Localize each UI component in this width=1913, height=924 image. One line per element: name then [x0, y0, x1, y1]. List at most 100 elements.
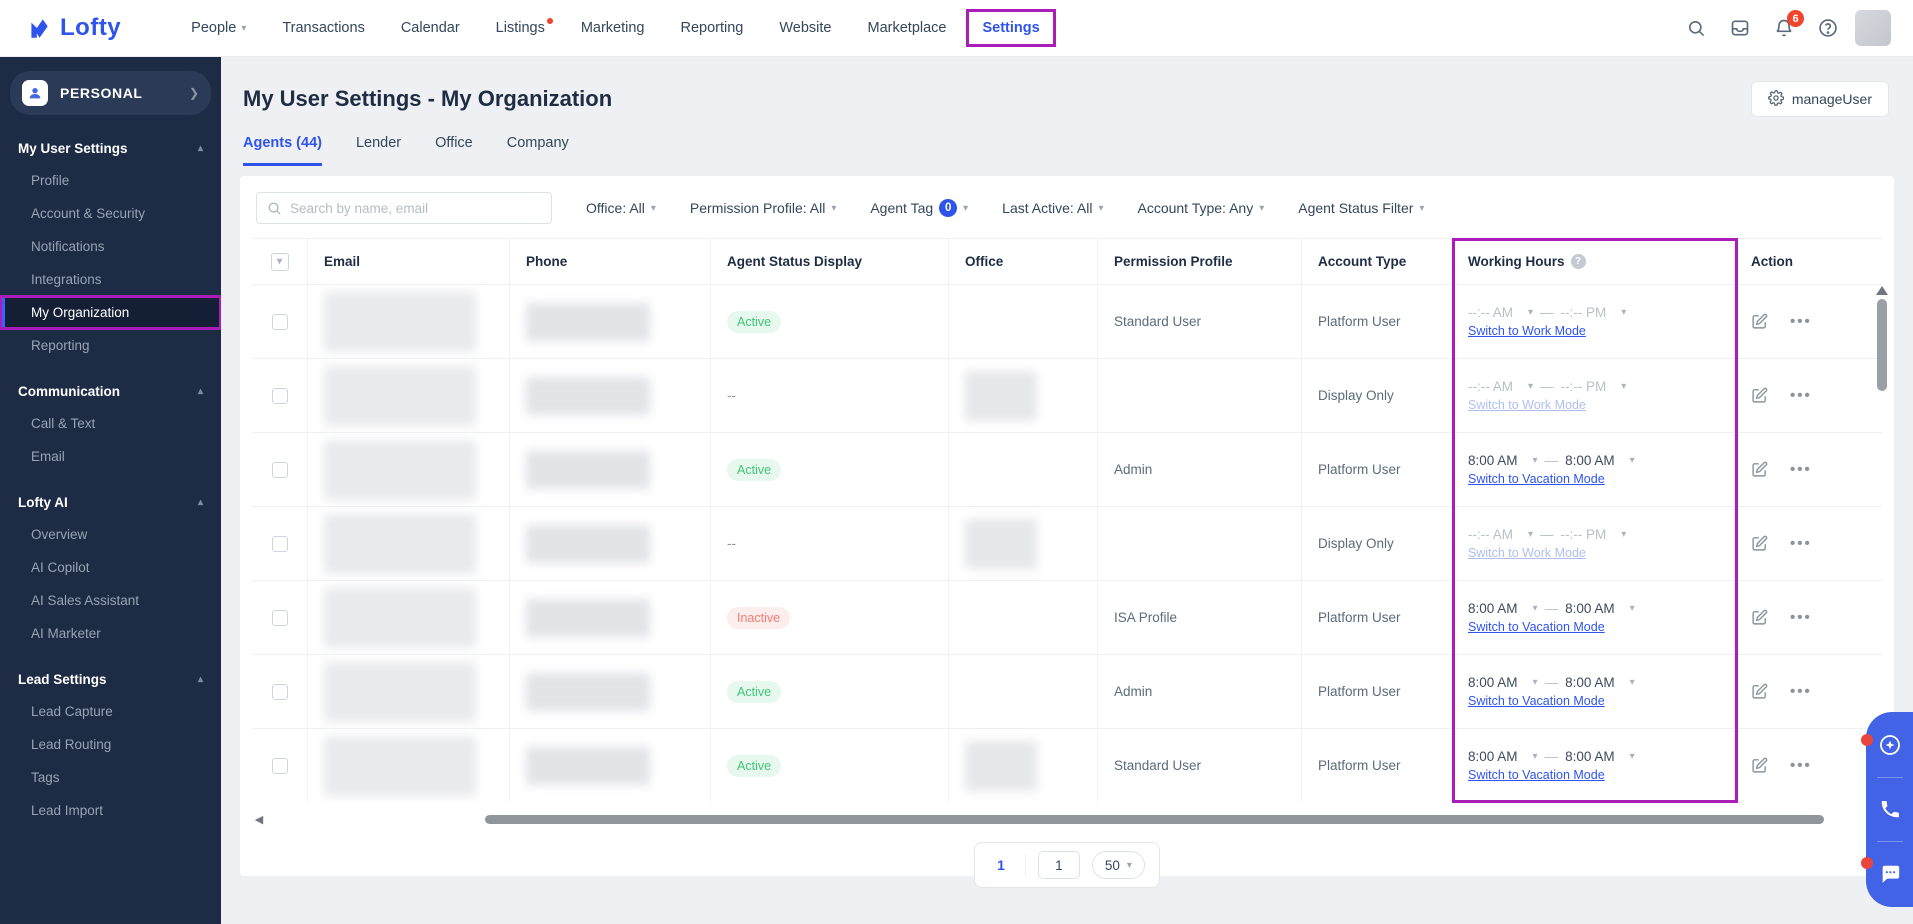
page-number-button[interactable]: 1 — [989, 857, 1013, 873]
chevron-down-icon[interactable]: ▾ — [1528, 529, 1533, 540]
filter-dropdown[interactable]: Account Type: Any ▾ — [1137, 200, 1264, 216]
edit-icon[interactable] — [1751, 461, 1768, 478]
switch-mode-link[interactable]: Switch to Work Mode — [1468, 324, 1586, 338]
chevron-down-icon[interactable]: ▾ — [1533, 603, 1538, 614]
more-actions-icon[interactable]: ••• — [1790, 609, 1812, 626]
row-checkbox[interactable] — [272, 388, 288, 404]
edit-icon[interactable] — [1751, 609, 1768, 626]
topnav-item[interactable]: Marketplace — [854, 11, 961, 45]
sidebar-section-header[interactable]: Lofty AI ▴ — [0, 487, 221, 518]
inbox-icon[interactable] — [1729, 17, 1751, 39]
sidebar-item-my-organization[interactable]: My Organization — [0, 296, 221, 329]
switch-mode-link[interactable]: Switch to Vacation Mode — [1468, 694, 1605, 708]
sidebar-item-ai-sales-assistant[interactable]: AI Sales Assistant — [0, 584, 221, 617]
search-icon[interactable] — [1685, 17, 1707, 39]
chevron-down-icon[interactable]: ▾ — [1533, 677, 1538, 688]
more-actions-icon[interactable]: ••• — [1790, 461, 1812, 478]
switch-mode-link[interactable]: Switch to Vacation Mode — [1468, 620, 1605, 634]
more-actions-icon[interactable]: ••• — [1790, 313, 1812, 330]
lofty-logo[interactable]: Lofty — [26, 14, 121, 42]
chevron-down-icon[interactable]: ▾ — [1533, 455, 1538, 466]
topnav-item[interactable]: Marketing — [567, 11, 659, 45]
topnav-item[interactable]: People ▾ — [177, 11, 260, 45]
sidebar-item-tags[interactable]: Tags — [0, 761, 221, 794]
chevron-down-icon[interactable]: ▾ — [1528, 307, 1533, 318]
personal-profile-switcher[interactable]: PERSONAL ❯ — [10, 71, 211, 115]
sidebar-item-profile[interactable]: Profile — [0, 164, 221, 197]
sidebar-item-lead-routing[interactable]: Lead Routing — [0, 728, 221, 761]
vertical-scroll-thumb[interactable] — [1877, 299, 1887, 391]
tab-office[interactable]: Office — [435, 135, 473, 166]
tab-agents-44-[interactable]: Agents (44) — [243, 135, 322, 166]
chevron-down-icon[interactable]: ▾ — [1533, 751, 1538, 762]
sidebar-item-email[interactable]: Email — [0, 440, 221, 473]
switch-mode-link[interactable]: Switch to Vacation Mode — [1468, 768, 1605, 782]
edit-icon[interactable] — [1751, 535, 1768, 552]
more-actions-icon[interactable]: ••• — [1790, 387, 1812, 404]
row-checkbox[interactable] — [272, 684, 288, 700]
topnav-item[interactable]: Calendar — [387, 11, 474, 45]
edit-icon[interactable] — [1751, 313, 1768, 330]
sidebar-item-ai-marketer[interactable]: AI Marketer — [0, 617, 221, 650]
sidebar-item-integrations[interactable]: Integrations — [0, 263, 221, 296]
topnav-item[interactable]: Website — [765, 11, 845, 45]
page-jump-input[interactable] — [1038, 851, 1080, 879]
row-checkbox[interactable] — [272, 758, 288, 774]
scroll-up-arrow[interactable] — [1876, 286, 1888, 295]
page-size-select[interactable]: 50 ▾ — [1092, 851, 1145, 879]
horizontal-scroll-thumb[interactable] — [485, 815, 1824, 824]
manage-user-button[interactable]: manageUser — [1751, 81, 1889, 117]
row-checkbox[interactable] — [272, 314, 288, 330]
tab-lender[interactable]: Lender — [356, 135, 401, 166]
chevron-down-icon[interactable]: ▾ — [1630, 455, 1635, 466]
sidebar-item-notifications[interactable]: Notifications — [0, 230, 221, 263]
chevron-down-icon[interactable]: ▾ — [1621, 529, 1626, 540]
filter-dropdown[interactable]: Office: All ▾ — [586, 200, 656, 216]
topnav-item[interactable]: Reporting — [667, 11, 758, 45]
user-avatar[interactable] — [1855, 10, 1891, 46]
switch-mode-link[interactable]: Switch to Work Mode — [1468, 398, 1586, 412]
edit-icon[interactable] — [1751, 387, 1768, 404]
working-hours-help-icon[interactable]: ? — [1571, 254, 1586, 269]
edit-icon[interactable] — [1751, 683, 1768, 700]
chevron-down-icon[interactable]: ▾ — [1621, 307, 1626, 318]
row-checkbox[interactable] — [272, 536, 288, 552]
sidebar-item-call-text[interactable]: Call & Text — [0, 407, 221, 440]
sidebar-item-overview[interactable]: Overview — [0, 518, 221, 551]
more-actions-icon[interactable]: ••• — [1790, 683, 1812, 700]
chevron-down-icon[interactable]: ▾ — [1630, 751, 1635, 762]
scroll-left-arrow[interactable]: ◀ — [252, 813, 266, 826]
help-icon[interactable] — [1817, 17, 1839, 39]
chevron-down-icon[interactable]: ▾ — [1630, 677, 1635, 688]
row-checkbox[interactable] — [272, 610, 288, 626]
select-all-checkbox[interactable]: ▾ — [271, 253, 289, 271]
sidebar-item-lead-capture[interactable]: Lead Capture — [0, 695, 221, 728]
sidebar-item-reporting[interactable]: Reporting — [0, 329, 221, 362]
chevron-down-icon[interactable]: ▾ — [1528, 381, 1533, 392]
topnav-item[interactable]: Settings — [968, 11, 1053, 45]
ai-assistant-icon[interactable] — [1876, 731, 1904, 759]
topnav-item[interactable]: Transactions — [268, 11, 378, 45]
chevron-down-icon[interactable]: ▾ — [1630, 603, 1635, 614]
sidebar-section-header[interactable]: Communication ▴ — [0, 376, 221, 407]
row-checkbox[interactable] — [272, 462, 288, 478]
agent-search-box[interactable] — [256, 192, 552, 224]
agent-search-input[interactable] — [290, 201, 541, 216]
chat-bubble-icon[interactable] — [1876, 860, 1904, 888]
horizontal-scrollbar[interactable]: ◀ ▶ — [252, 810, 1882, 828]
sidebar-item-lead-import[interactable]: Lead Import — [0, 794, 221, 827]
sidebar-section-header[interactable]: Lead Settings ▴ — [0, 664, 221, 695]
more-actions-icon[interactable]: ••• — [1790, 757, 1812, 774]
filter-dropdown[interactable]: Permission Profile: All ▾ — [690, 200, 836, 216]
filter-dropdown[interactable]: Last Active: All ▾ — [1002, 200, 1103, 216]
tab-company[interactable]: Company — [507, 135, 569, 166]
sidebar-item-ai-copilot[interactable]: AI Copilot — [0, 551, 221, 584]
notifications-bell-icon[interactable]: 6 — [1773, 17, 1795, 39]
chevron-down-icon[interactable]: ▾ — [1621, 381, 1626, 392]
edit-icon[interactable] — [1751, 757, 1768, 774]
switch-mode-link[interactable]: Switch to Work Mode — [1468, 546, 1586, 560]
switch-mode-link[interactable]: Switch to Vacation Mode — [1468, 472, 1605, 486]
sidebar-section-header[interactable]: My User Settings ▴ — [0, 133, 221, 164]
more-actions-icon[interactable]: ••• — [1790, 535, 1812, 552]
vertical-scrollbar[interactable] — [1876, 286, 1888, 786]
